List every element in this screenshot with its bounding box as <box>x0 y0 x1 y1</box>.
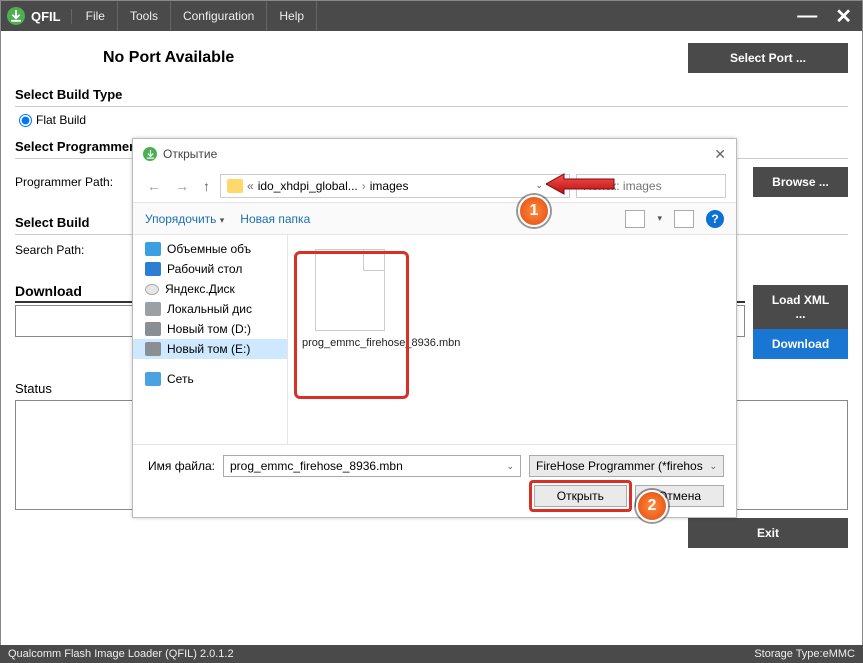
sidebar-item-desktop[interactable]: Рабочий стол <box>133 259 287 279</box>
nav-back-icon[interactable]: ← <box>143 178 165 194</box>
filename-input[interactable]: prog_emmc_firehose_8936.mbn⌄ <box>223 455 521 477</box>
desktop-icon <box>145 262 161 276</box>
file-list-area[interactable]: prog_emmc_firehose_8936.mbn <box>288 235 736 444</box>
preview-pane-icon[interactable] <box>674 210 694 228</box>
filename-label: Имя файла: <box>145 459 215 473</box>
crumb-chevron: › <box>362 179 366 193</box>
download-button[interactable]: Download <box>753 329 848 359</box>
dialog-sidebar: Объемные объ Рабочий стол Яндекс.Диск Ло… <box>133 235 288 444</box>
view-dropdown-icon[interactable]: ▾ <box>657 213 662 224</box>
new-folder-button[interactable]: Новая папка <box>240 212 310 226</box>
volume-icon <box>145 242 161 256</box>
drive-icon <box>145 322 161 336</box>
app-name: QFIL <box>31 9 72 24</box>
file-icon <box>315 249 385 331</box>
sidebar-item-network[interactable]: Сеть <box>133 369 287 389</box>
select-port-button[interactable]: Select Port ... <box>688 43 848 73</box>
network-icon <box>145 372 161 386</box>
browse-button[interactable]: Browse ... <box>753 167 848 197</box>
port-status: No Port Available <box>103 49 234 67</box>
crumb-sep: « <box>247 179 254 193</box>
sidebar-item-drive-d[interactable]: Новый том (D:) <box>133 319 287 339</box>
annotation-arrow-icon <box>546 172 616 196</box>
file-label: prog_emmc_firehose_8936.mbn <box>302 337 397 351</box>
annotation-badge-1: 1 <box>518 195 550 227</box>
close-icon[interactable]: ✕ <box>835 4 852 29</box>
minimize-icon[interactable]: — <box>797 5 817 28</box>
build-type-head: Select Build Type <box>15 87 848 102</box>
app-logo-icon <box>7 7 25 25</box>
filetype-select[interactable]: FireHose Programmer (*firehos⌄ <box>529 455 724 477</box>
crumb-2[interactable]: images <box>370 179 409 193</box>
menu-configuration[interactable]: Configuration <box>171 1 267 31</box>
dialog-logo-icon <box>143 147 157 161</box>
file-open-dialog: Открытие ✕ ← → ↑ « ido_xhdpi_global... ›… <box>132 138 737 518</box>
sidebar-item-localdisk[interactable]: Локальный дис <box>133 299 287 319</box>
flat-build-radio[interactable] <box>19 114 32 127</box>
exit-button[interactable]: Exit <box>688 518 848 548</box>
crumb-1[interactable]: ido_xhdpi_global... <box>258 179 358 193</box>
sidebar-item-drive-e[interactable]: Новый том (E:) <box>133 339 287 359</box>
file-item[interactable]: prog_emmc_firehose_8936.mbn <box>302 249 397 351</box>
title-bar: QFIL File Tools Configuration Help — ✕ <box>1 1 862 31</box>
dialog-close-icon[interactable]: ✕ <box>714 146 726 163</box>
folder-icon <box>227 179 243 193</box>
cloud-icon <box>145 284 159 295</box>
nav-up-icon[interactable]: ↑ <box>199 178 214 194</box>
status-bar: Qualcomm Flash Image Loader (QFIL) 2.0.1… <box>0 645 863 663</box>
sidebar-item-yadisk[interactable]: Яндекс.Диск <box>133 279 287 299</box>
statusbar-left: Qualcomm Flash Image Loader (QFIL) 2.0.1… <box>8 648 234 660</box>
flat-build-label: Flat Build <box>36 113 86 127</box>
organize-menu[interactable]: Упорядочить ▾ <box>145 212 224 226</box>
disk-icon <box>145 302 161 316</box>
menu-help[interactable]: Help <box>267 1 317 31</box>
menu-file[interactable]: File <box>74 1 118 31</box>
chevron-down-icon[interactable]: ⌄ <box>506 461 514 472</box>
menu-tools[interactable]: Tools <box>118 1 171 31</box>
annotation-badge-2: 2 <box>636 490 668 522</box>
crumb-dropdown-icon[interactable]: ⌄ <box>535 180 543 191</box>
nav-fwd-icon[interactable]: → <box>171 178 193 194</box>
search-path-label: Search Path: <box>15 243 84 257</box>
dialog-title: Открытие <box>163 147 217 161</box>
breadcrumb[interactable]: « ido_xhdpi_global... › images ⌄ ⟳ <box>220 174 570 198</box>
chevron-down-icon[interactable]: ⌄ <box>709 461 717 472</box>
sidebar-item-volumes[interactable]: Объемные объ <box>133 239 287 259</box>
help-icon[interactable]: ? <box>706 210 724 228</box>
drive-icon <box>145 342 161 356</box>
open-button[interactable]: Открыть <box>534 485 627 507</box>
statusbar-right: Storage Type:eMMC <box>754 648 855 660</box>
programmer-path-label: Programmer Path: <box>15 175 113 189</box>
view-mode-icon[interactable] <box>625 210 645 228</box>
load-xml-button[interactable]: Load XML ... <box>753 285 848 329</box>
